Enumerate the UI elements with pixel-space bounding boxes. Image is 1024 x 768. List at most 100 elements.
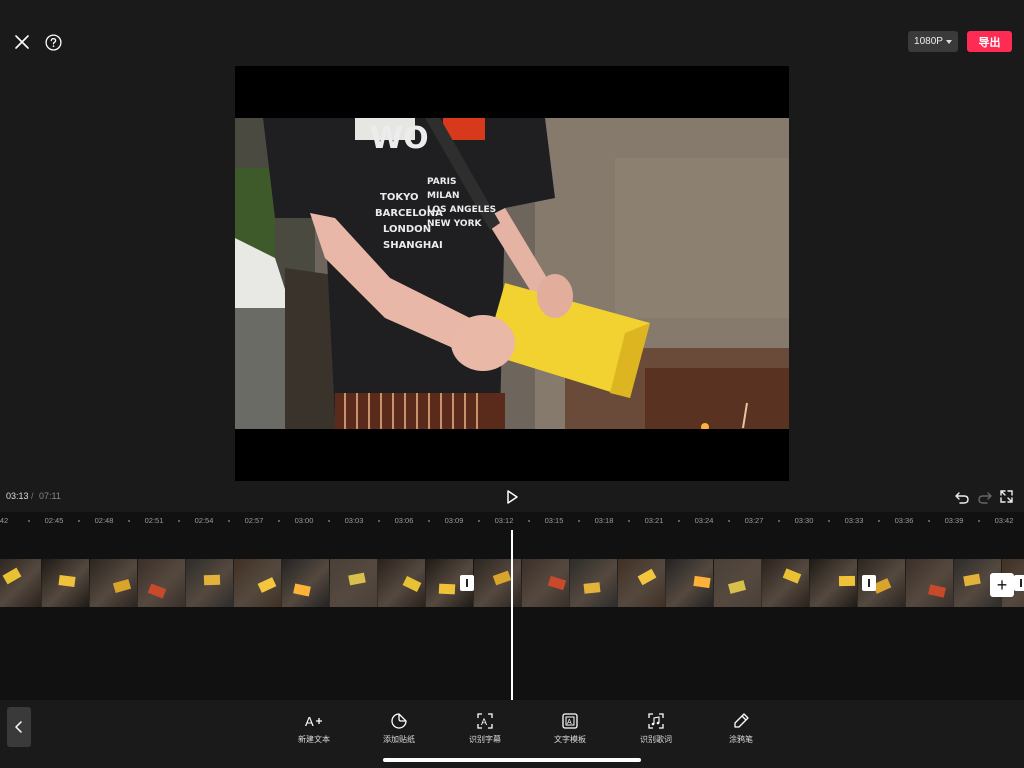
resolution-dropdown[interactable]: 1080P [908, 31, 958, 52]
fullscreen-icon [1000, 490, 1013, 503]
brush-tool[interactable]: 涂鸦笔 [711, 712, 771, 745]
recognize-lyrics-tool[interactable]: 识别歌词 [626, 712, 686, 745]
tool-label: 新建文本 [298, 735, 330, 744]
ruler-tick [578, 520, 580, 522]
ruler-time-label: 02:45 [44, 516, 64, 525]
clip-frame-detail [402, 575, 422, 593]
clip-thumbnail [810, 559, 858, 607]
shirt-text-line: LONDON [383, 224, 431, 235]
ruler-time-label: 02:54 [194, 516, 214, 525]
transition-handle-bar [868, 579, 870, 587]
shirt-text-line: PARIS [427, 177, 457, 187]
clip-frame-detail [928, 584, 946, 598]
add-sticker-tool[interactable]: 添加贴纸 [369, 712, 429, 745]
clip-thumbnail [186, 559, 234, 607]
ruler-time-label: 02:57 [244, 516, 264, 525]
ruler-time-label: 03:18 [594, 516, 614, 525]
text-template-tool[interactable]: A 文字模板 [540, 712, 600, 745]
clip-thumbnail [474, 559, 522, 607]
back-button[interactable] [7, 707, 31, 747]
ruler-time-label: 03:21 [644, 516, 664, 525]
ruler-tick [78, 520, 80, 522]
resolution-label: 1080P [914, 36, 943, 47]
new-text-tool[interactable]: A 新建文本 [284, 712, 344, 745]
svg-text:WO: WO [370, 121, 429, 156]
tool-label: 文字模板 [554, 735, 586, 744]
ruler-time-label: 03:03 [344, 516, 364, 525]
redo-button[interactable] [977, 489, 993, 505]
help-icon [44, 33, 62, 51]
ruler-time-label: 03:30 [794, 516, 814, 525]
play-icon [507, 490, 518, 504]
ruler-tick [878, 520, 880, 522]
plus-icon: + [996, 575, 1008, 595]
clip-thumbnail [0, 559, 42, 607]
close-button[interactable] [10, 30, 34, 54]
undo-button[interactable] [954, 489, 970, 505]
ruler-tick [778, 520, 780, 522]
close-icon [15, 35, 29, 49]
ruler-tick [278, 520, 280, 522]
clip-thumbnail [234, 559, 282, 607]
clip-thumbnail [330, 559, 378, 607]
clip-frame-detail [147, 583, 167, 599]
caret-down-icon [945, 39, 952, 44]
transition-handle[interactable] [1014, 575, 1024, 591]
shirt-text-line: TOKYO [380, 192, 418, 203]
clip-thumbnail [570, 559, 618, 607]
clip-thumbnail [42, 559, 90, 607]
ruler-tick [428, 520, 430, 522]
shirt-text-line: LOS ANGELES [427, 205, 496, 215]
clip-frame-detail [348, 572, 366, 586]
help-button[interactable] [42, 31, 64, 53]
total-time: 07:11 [39, 491, 61, 501]
svg-text:A: A [567, 719, 572, 726]
svg-text:A: A [305, 714, 314, 729]
add-text-icon: A [305, 714, 322, 729]
clip-thumbnail [906, 559, 954, 607]
ruler-tick [728, 520, 730, 522]
clip-frame-detail [58, 575, 76, 587]
time-ruler[interactable]: 42 02:45 02:48 02:51 02:54 02:57 03:00 03:03 03:… [0, 512, 1024, 530]
recognize-subtitles-icon: A [477, 713, 493, 729]
playhead[interactable] [511, 530, 513, 700]
clip-frame-detail [693, 575, 711, 589]
ruler-time-label: 03:06 [394, 516, 414, 525]
home-indicator[interactable] [383, 758, 641, 762]
clip-frame-detail [727, 580, 747, 594]
clip-thumbnail [762, 559, 810, 607]
redo-icon [978, 492, 992, 504]
ruler-tick [628, 520, 630, 522]
tool-label: 添加贴纸 [383, 735, 415, 744]
play-button[interactable] [503, 488, 521, 506]
clip-thumbnail [666, 559, 714, 607]
ruler-tick [928, 520, 930, 522]
fullscreen-button[interactable] [999, 489, 1014, 504]
video-preview[interactable]: WO TOKYO BARCELONA LONDON SHANGHAI PARIS… [235, 66, 789, 481]
export-label: 导出 [978, 36, 1001, 49]
text-template-icon: A [562, 713, 578, 729]
clip-frame-detail [637, 568, 657, 586]
ruler-time-label: 03:36 [894, 516, 914, 525]
clip-thumbnail [522, 559, 570, 607]
ruler-time-label: 03:27 [744, 516, 764, 525]
transition-handle[interactable] [862, 575, 876, 591]
ruler-time-label: 03:12 [494, 516, 514, 525]
clip-thumbnail [618, 559, 666, 607]
add-clip-button[interactable]: + [990, 573, 1014, 597]
clip-frame-detail [492, 570, 512, 586]
clip-thumbnail [138, 559, 186, 607]
ruler-time-label: 03:42 [994, 516, 1014, 525]
transition-handle[interactable] [460, 575, 474, 591]
tool-label: 识别字幕 [469, 735, 501, 744]
ruler-time-label: 03:39 [944, 516, 964, 525]
recognize-subtitles-tool[interactable]: A 识别字幕 [455, 712, 515, 745]
clip-thumbnail [90, 559, 138, 607]
export-button[interactable]: 导出 [967, 31, 1012, 52]
clip-frame-detail [112, 578, 132, 594]
chevron-left-icon [15, 721, 22, 733]
current-time: 03:13 [6, 491, 29, 501]
clip-frame-detail [963, 573, 981, 587]
ruler-tick [28, 520, 30, 522]
ruler-time-label: 02:51 [144, 516, 164, 525]
